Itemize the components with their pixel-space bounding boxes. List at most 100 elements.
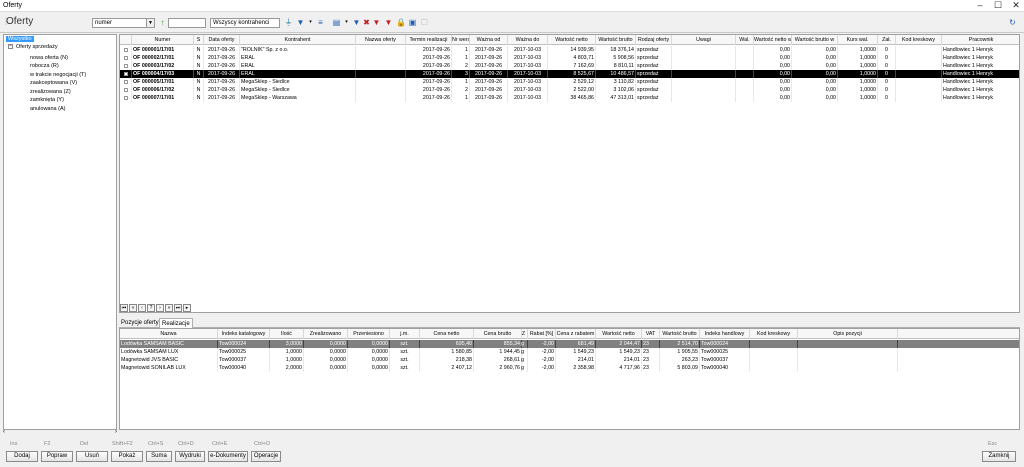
column-header[interactable]: j.m. <box>390 329 420 339</box>
tree-item[interactable]: robocza (R) <box>30 63 59 69</box>
table-row[interactable]: Lodówka SAMSAM BASIC Tow000024 3,0000 0,000… <box>120 340 1019 348</box>
column-header[interactable]: Wartość netto <box>596 329 642 339</box>
table-row[interactable]: OF 000002/17/01 N 2017-09-26 ERAL 2017-09-26… <box>120 54 1019 62</box>
filter-clear-icon[interactable]: ▼ <box>372 18 381 27</box>
table-row[interactable]: Magnetowid JVS BASIC Tow000037 1,0000 0,000… <box>120 356 1019 364</box>
table-row[interactable]: OF 000004/17/03 N 2017-09-26 ERAL 2017-09-26… <box>120 70 1019 78</box>
dropdown-icon[interactable]: ▾ <box>342 18 351 27</box>
column-header[interactable]: VAT <box>642 329 660 339</box>
chevron-down-icon[interactable]: ▼ <box>146 18 155 28</box>
filter-delete-icon[interactable]: ▼ <box>384 18 393 27</box>
column-header[interactable]: Numer <box>132 35 194 45</box>
column-header[interactable]: Opis pozycji <box>798 329 898 339</box>
sort-icon[interactable]: ↑ <box>158 18 167 27</box>
column-header[interactable]: Kurs wal. <box>838 35 878 45</box>
tree-item[interactable]: zaakceptowana (V) <box>30 80 77 86</box>
tab-realizations[interactable]: Realizacje <box>159 318 193 328</box>
column-header[interactable]: Cena brutto <box>474 329 522 339</box>
sum-button[interactable]: Suma <box>146 451 172 462</box>
column-header[interactable]: Indeks handlowy <box>700 329 750 339</box>
contractor-filter[interactable]: Wszyscy kontrahenci <box>210 18 280 28</box>
tree-group[interactable]: Oferty sprzedaży <box>16 44 58 50</box>
table-row[interactable]: Lodówka SAMSAM LUX Tow000025 1,0000 0,0000 0… <box>120 348 1019 356</box>
table-row[interactable]: OF 000003/17/02 N 2017-09-26 ERAL 2017-09-26… <box>120 62 1019 70</box>
minimize-icon[interactable]: – <box>972 0 988 12</box>
column-header[interactable]: Zrealizowano <box>304 329 348 339</box>
column-header[interactable]: Wartość netto w <box>754 35 792 45</box>
prev-record-icon[interactable]: ‹ <box>138 304 146 312</box>
close-icon[interactable]: ✕ <box>1008 0 1024 12</box>
table-row[interactable]: OF 000005/17/01 N 2017-09-26 MegaSklep - Si… <box>120 78 1019 86</box>
row-checkbox[interactable] <box>120 54 132 62</box>
filter-icon[interactable]: ▼ <box>296 18 305 27</box>
next-record-icon[interactable]: › <box>156 304 164 312</box>
table-row[interactable]: Magnetowid SONILAB LUX Tow000040 2,0000 0,0… <box>120 364 1019 372</box>
filter-list-icon[interactable]: ≡ <box>316 18 325 27</box>
column-header[interactable]: Indeks katalogowy <box>218 329 270 339</box>
status-tree[interactable]: Wszystko − Oferty sprzedaży nowa oferta … <box>3 34 117 430</box>
column-header[interactable]: Przeniesiono <box>348 329 390 339</box>
column-header[interactable]: Nazwa <box>120 329 218 339</box>
tree-item[interactable]: zrealizowana (Z) <box>30 89 71 95</box>
column-header[interactable]: Wartość brutto <box>596 35 636 45</box>
help-icon[interactable]: ? <box>147 304 155 312</box>
search-field-select[interactable]: numer <box>92 18 152 28</box>
tree-item[interactable]: w trakcie negocjacji (T) <box>30 72 86 78</box>
show-button[interactable]: Pokaż <box>111 451 143 462</box>
column-header[interactable]: Nr wersji <box>452 35 470 45</box>
collapse-icon[interactable]: − <box>8 44 13 49</box>
column-header[interactable]: Data oferty <box>204 35 240 45</box>
column-header[interactable]: Kod kreskowy <box>750 329 798 339</box>
tab-positions[interactable]: Pozycje oferty <box>119 318 161 328</box>
search-input[interactable] <box>168 18 206 28</box>
column-header[interactable]: Kod kreskowy <box>896 35 942 45</box>
filter-remove-icon[interactable]: ✖ <box>362 18 371 27</box>
next-page-icon[interactable]: » <box>165 304 173 312</box>
column-header[interactable]: S <box>194 35 204 45</box>
columns-icon[interactable]: ▤ <box>332 18 341 27</box>
column-header[interactable]: Z <box>520 329 528 339</box>
column-header[interactable]: Uwagi <box>672 35 736 45</box>
tree-scrollbar[interactable]: ‹ › <box>3 429 117 436</box>
column-header[interactable]: Ilość <box>270 329 304 339</box>
column-header[interactable]: Nazwa oferty <box>356 35 406 45</box>
column-header[interactable]: Ważna od <box>470 35 508 45</box>
column-header[interactable]: Cena netto <box>420 329 474 339</box>
edit-button[interactable]: Popraw <box>41 451 73 462</box>
refresh-icon[interactable]: ↻ <box>1008 18 1017 27</box>
e-documents-button[interactable]: e-Dokumenty <box>208 451 248 462</box>
column-header[interactable]: Kontrahent <box>240 35 356 45</box>
table-row[interactable]: OF 000001/17/01 N 2017-09-26 "ROLNIK" Sp. z… <box>120 46 1019 54</box>
column-header[interactable]: Ważna do <box>508 35 548 45</box>
add-button[interactable]: Dodaj <box>6 451 38 462</box>
filter-apply-icon[interactable]: ⏚ <box>284 18 293 27</box>
offers-grid[interactable]: Numer S Data oferty Kontrahent Nazwa oferty T… <box>119 34 1020 313</box>
row-checkbox[interactable] <box>120 46 132 54</box>
column-header[interactable] <box>120 35 132 45</box>
prev-page-icon[interactable]: « <box>129 304 137 312</box>
positions-grid[interactable]: Nazwa Indeks katalogowy Ilość Zrealizowano P… <box>119 328 1020 430</box>
scroll-left-icon[interactable]: ‹ <box>3 429 5 435</box>
column-header[interactable]: Zał. <box>878 35 896 45</box>
lock-icon[interactable]: 🔒 <box>396 18 406 27</box>
tree-item[interactable]: zamknięta (Y) <box>30 97 64 103</box>
tree-item[interactable]: nowa oferta (N) <box>30 55 68 61</box>
table-row[interactable]: OF 000006/17/02 N 2017-09-26 MegaSklep - Si… <box>120 86 1019 94</box>
column-header[interactable]: Wartość brutto w <box>792 35 838 45</box>
last-record-icon[interactable]: ⏭ <box>174 304 182 312</box>
document-icon[interactable]: ▣ <box>408 18 417 27</box>
delete-button[interactable]: Usuń <box>76 451 108 462</box>
column-header[interactable]: Wartość netto <box>548 35 596 45</box>
column-header[interactable]: Rabat [%] <box>528 329 556 339</box>
table-row[interactable]: OF 000007/17/01 N 2017-09-26 MegaSklep - Wa… <box>120 94 1019 102</box>
operations-button[interactable]: Operacje <box>251 451 281 462</box>
maximize-icon[interactable]: ☐ <box>990 0 1006 12</box>
row-checkbox[interactable] <box>120 78 132 86</box>
close-button[interactable]: Zamknij <box>982 451 1016 462</box>
column-header[interactable]: Wal. <box>736 35 754 45</box>
column-header[interactable]: Termin realizacji <box>406 35 452 45</box>
first-record-icon[interactable]: ⏮ <box>120 304 128 312</box>
scroll-right-icon[interactable]: › <box>115 429 117 435</box>
tree-item[interactable]: anulowana (A) <box>30 106 65 112</box>
tree-root[interactable]: Wszystko <box>6 36 34 42</box>
